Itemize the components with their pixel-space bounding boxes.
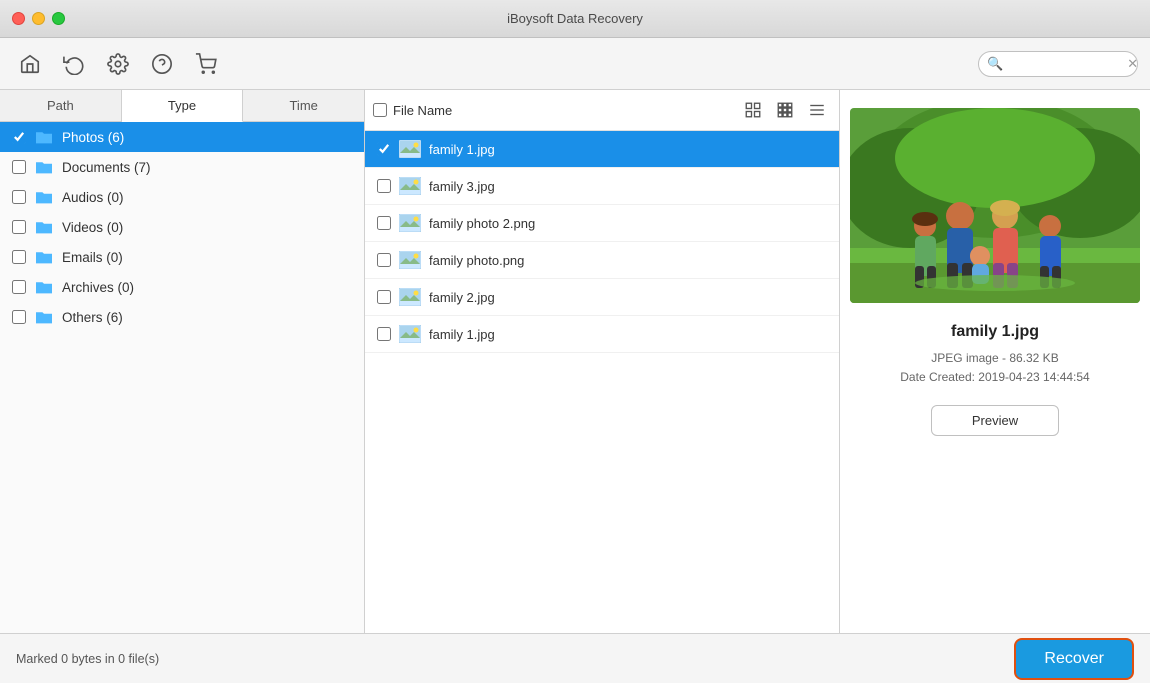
file-thumbnail-icon [399,286,421,308]
file-thumbnail-icon [399,323,421,345]
category-audios-label: Audios (0) [62,190,352,205]
category-documents-label: Documents (7) [62,160,352,175]
search-icon: 🔍 [987,56,1003,72]
tab-time[interactable]: Time [243,90,364,121]
file-item[interactable]: family photo.png [365,242,839,279]
category-photos[interactable]: Photos (6) [0,122,364,152]
status-bar: Marked 0 bytes in 0 file(s) Recover [0,633,1150,683]
file-name: family 3.jpg [429,179,495,194]
preview-panel: family 1.jpg JPEG image - 86.32 KB Date … [840,90,1150,633]
file-item[interactable]: family 2.jpg [365,279,839,316]
category-videos-checkbox[interactable] [12,220,26,234]
toolbar-right: 🔍 ✕ [978,51,1138,77]
folder-icon [34,159,54,175]
file-name-header: File Name [393,103,452,118]
file-list: family 1.jpg family 3.jpg [365,131,839,633]
tab-type[interactable]: Type [122,90,244,122]
cart-icon[interactable] [188,46,224,82]
preview-meta-date: Date Created: 2019-04-23 14:44:54 [850,368,1140,387]
select-all-checkbox[interactable] [373,103,387,117]
file-name: family photo 2.png [429,216,535,231]
category-archives-checkbox[interactable] [12,280,26,294]
folder-icon [34,219,54,235]
preview-meta-type: JPEG image - 86.32 KB [850,349,1140,368]
folder-icon [34,309,54,325]
maximize-button[interactable] [52,12,65,25]
traffic-lights[interactable] [12,12,65,25]
file-checkbox[interactable] [377,216,391,230]
thumbnail-view-icon[interactable] [739,96,767,124]
file-checkbox[interactable] [377,142,391,156]
file-thumbnail-icon [399,138,421,160]
home-icon[interactable] [12,46,48,82]
toolbar-left [12,46,224,82]
category-photos-label: Photos (6) [62,130,352,145]
file-checkbox[interactable] [377,290,391,304]
file-checkbox[interactable] [377,327,391,341]
file-item[interactable]: family 3.jpg [365,168,839,205]
recover-button[interactable]: Recover [1014,638,1134,680]
preview-info: family 1.jpg JPEG image - 86.32 KB Date … [850,323,1140,387]
minimize-button[interactable] [32,12,45,25]
toolbar: 🔍 ✕ [0,38,1150,90]
list-view-icon[interactable] [803,96,831,124]
app-title: iBoysoft Data Recovery [507,11,643,26]
tab-path[interactable]: Path [0,90,122,121]
search-box[interactable]: 🔍 ✕ [978,51,1138,77]
status-text: Marked 0 bytes in 0 file(s) [16,652,159,666]
category-audios-checkbox[interactable] [12,190,26,204]
file-name: family 1.jpg [429,327,495,342]
preview-button[interactable]: Preview [931,405,1059,436]
category-others-checkbox[interactable] [12,310,26,324]
file-item[interactable]: family 1.jpg [365,316,839,353]
category-emails[interactable]: Emails (0) [0,242,364,272]
category-videos[interactable]: Videos (0) [0,212,364,242]
category-others-label: Others (6) [62,310,352,325]
category-emails-checkbox[interactable] [12,250,26,264]
file-item[interactable]: family 1.jpg [365,131,839,168]
category-documents[interactable]: Documents (7) [0,152,364,182]
category-emails-label: Emails (0) [62,250,352,265]
file-name: family 1.jpg [429,142,495,157]
file-checkbox[interactable] [377,253,391,267]
file-checkbox[interactable] [377,179,391,193]
preview-filename: family 1.jpg [850,323,1140,341]
grid-view-icon[interactable] [771,96,799,124]
folder-icon [34,189,54,205]
search-input[interactable] [1007,57,1127,71]
file-name: family photo.png [429,253,524,268]
category-documents-checkbox[interactable] [12,160,26,174]
sidebar: Path Type Time Photos (6) [0,90,365,633]
file-name: family 2.jpg [429,290,495,305]
file-thumbnail-icon [399,175,421,197]
tab-bar: Path Type Time [0,90,364,122]
folder-icon [34,249,54,265]
folder-icon [34,279,54,295]
file-item[interactable]: family photo 2.png [365,205,839,242]
preview-image-container [850,108,1140,303]
clear-search-icon[interactable]: ✕ [1127,56,1138,72]
folder-icon [34,129,54,145]
file-thumbnail-icon [399,249,421,271]
category-archives-label: Archives (0) [62,280,352,295]
category-videos-label: Videos (0) [62,220,352,235]
category-photos-checkbox[interactable] [12,130,26,144]
settings-icon[interactable] [100,46,136,82]
category-list: Photos (6) Documents (7) Audio [0,122,364,633]
category-archives[interactable]: Archives (0) [0,272,364,302]
category-audios[interactable]: Audios (0) [0,182,364,212]
close-button[interactable] [12,12,25,25]
file-thumbnail-icon [399,212,421,234]
main-content: Path Type Time Photos (6) [0,90,1150,633]
refresh-icon[interactable] [56,46,92,82]
title-bar: iBoysoft Data Recovery [0,0,1150,38]
file-panel: File Name [365,90,840,633]
help-icon[interactable] [144,46,180,82]
category-others[interactable]: Others (6) [0,302,364,332]
